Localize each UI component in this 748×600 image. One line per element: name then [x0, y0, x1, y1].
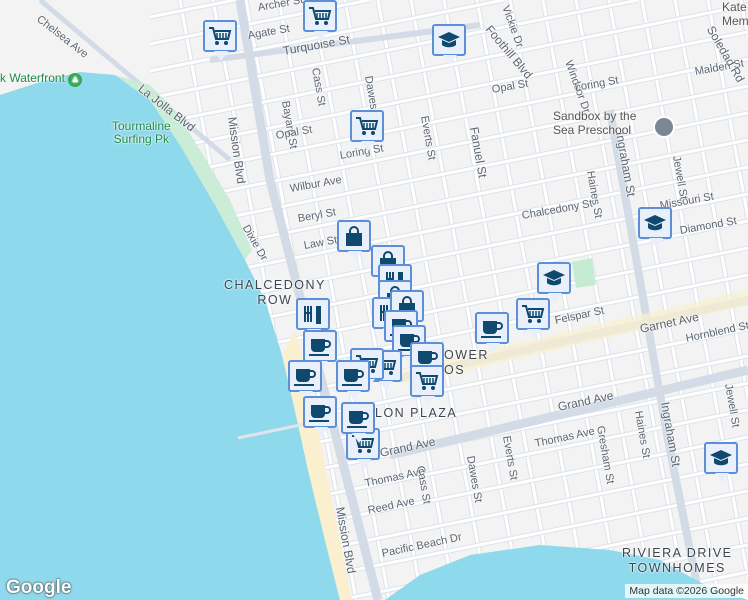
- poi-tourmaline: Tourmaline Surfing Pk: [112, 119, 171, 146]
- bag-icon: [346, 226, 362, 246]
- poi-kate: Kate Mem: [722, 0, 748, 28]
- street: [149, 0, 236, 19]
- school-marker[interactable]: [704, 442, 738, 483]
- cart-marker[interactable]: [350, 110, 384, 151]
- cart-icon: [309, 7, 332, 25]
- school-marker[interactable]: [432, 24, 466, 65]
- school-marker[interactable]: [537, 262, 571, 303]
- school-icon: [543, 270, 565, 286]
- cart-icon: [522, 305, 545, 323]
- coffee-icon: [481, 321, 503, 338]
- poi-preschool: Sandbox by the Sea Preschool: [553, 109, 637, 137]
- coffee-marker[interactable]: [475, 312, 509, 353]
- coffee-icon: [294, 369, 316, 386]
- school-park: [572, 258, 596, 288]
- cart-marker[interactable]: [410, 365, 444, 406]
- google-logo[interactable]: Google: [6, 577, 71, 599]
- school-icon: [438, 32, 460, 48]
- school-icon: [644, 215, 666, 231]
- restaurant-icon: [304, 306, 321, 324]
- poi-waterfront: k Waterfront ▲: [0, 72, 83, 87]
- cart-marker[interactable]: [203, 20, 237, 61]
- restaurant-marker[interactable]: [296, 298, 330, 339]
- coffee-icon: [347, 411, 369, 428]
- cart-marker[interactable]: [303, 0, 337, 41]
- cart-icon: [356, 117, 379, 135]
- coffee-icon: [342, 369, 364, 386]
- tree-icon: ▲: [68, 73, 83, 87]
- school-poi-icon: [653, 116, 675, 138]
- coffee-marker[interactable]: [303, 396, 337, 437]
- school-icon: [710, 450, 732, 466]
- coffee-marker[interactable]: [303, 330, 337, 371]
- cart-icon: [416, 372, 439, 390]
- school-marker[interactable]: [638, 207, 672, 248]
- area-label-tower: OWER OS: [444, 348, 489, 377]
- coffee-marker[interactable]: [288, 360, 322, 401]
- cart-marker[interactable]: [516, 298, 550, 339]
- map-attribution[interactable]: Map data ©2026 Google: [625, 584, 748, 598]
- coffee-marker[interactable]: [336, 360, 370, 401]
- bag-marker[interactable]: [337, 220, 371, 261]
- cart-icon: [209, 27, 232, 45]
- coffee-icon: [309, 339, 331, 356]
- coffee-marker[interactable]: [341, 402, 375, 443]
- area-label-crystal-plaza: LON PLAZA: [375, 406, 458, 420]
- coffee-icon: [309, 405, 331, 422]
- area-label-riviera: RIVIERA DRIVE TOWNHOMES: [622, 546, 733, 575]
